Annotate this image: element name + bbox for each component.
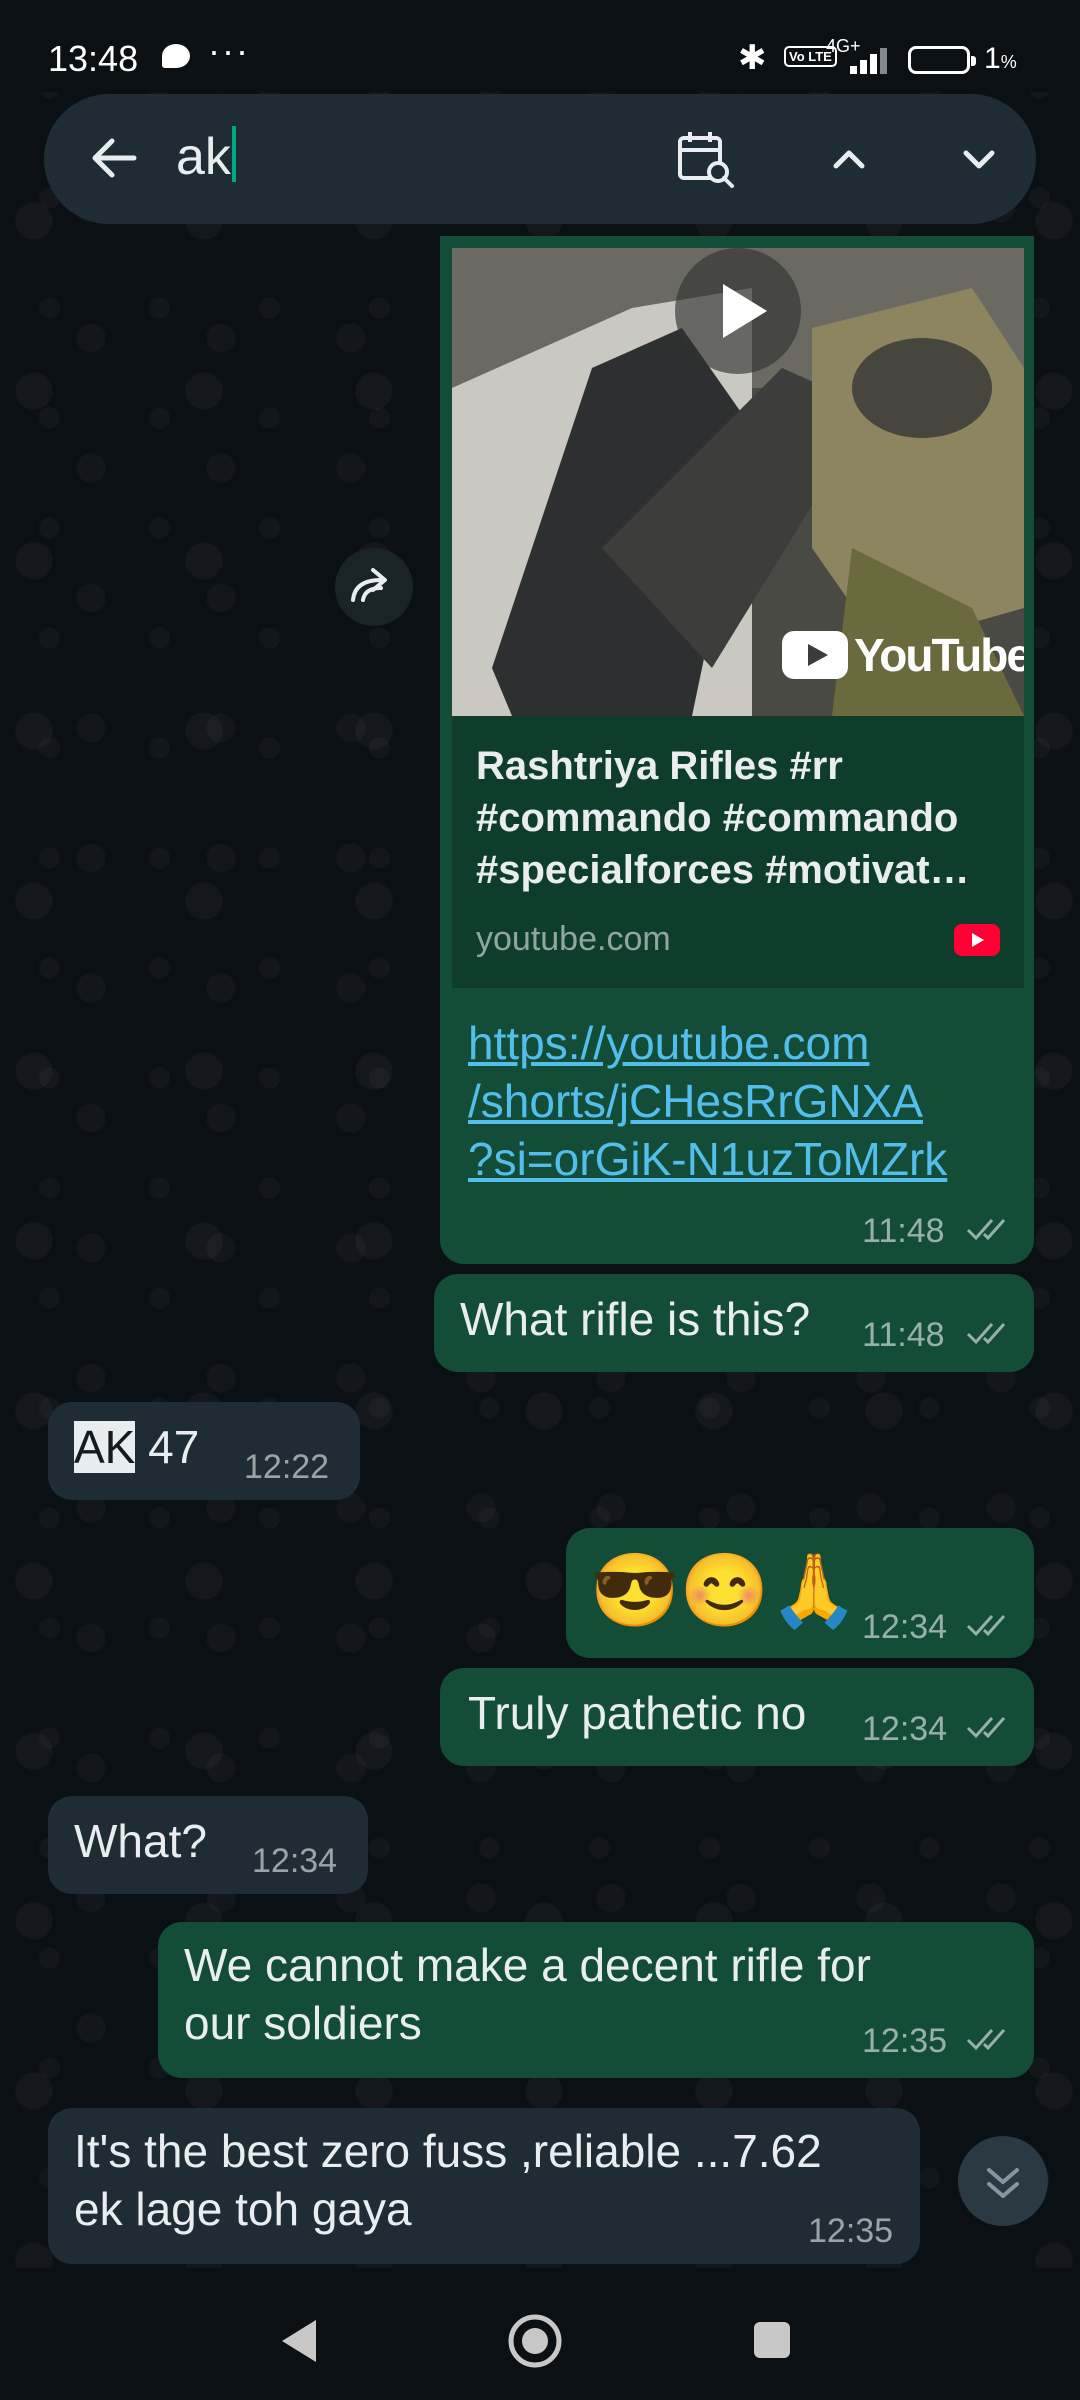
calendar-search-icon[interactable] — [674, 128, 738, 192]
nav-recents-icon[interactable] — [752, 2320, 792, 2360]
read-ticks-icon — [966, 2029, 1006, 2051]
signal-icon — [850, 44, 900, 74]
video-thumbnail[interactable]: YouTube — [452, 248, 1024, 716]
youtube-favicon-icon — [954, 924, 1000, 956]
nav-back-icon[interactable] — [276, 2316, 322, 2366]
read-ticks-icon — [966, 1219, 1006, 1241]
emoji-message: 😎😊🙏 — [590, 1551, 859, 1631]
nav-home-icon[interactable] — [506, 2312, 564, 2370]
double-chevron-down-icon — [987, 2168, 1019, 2198]
youtube-watermark: YouTube — [782, 628, 1024, 682]
status-time: 13:48 — [48, 38, 139, 79]
message-time: 11:48 — [862, 1316, 945, 1354]
chat-notification-icon — [162, 44, 190, 68]
message-text: It's the best zero fuss ,reliable ...7.6… — [74, 2125, 822, 2177]
search-bar: ak — [44, 94, 1036, 224]
text-cursor — [231, 126, 236, 182]
message-time: 11:48 — [862, 1212, 945, 1250]
read-ticks-icon — [966, 1615, 1006, 1637]
message-bubble-outgoing[interactable]: 😎😊🙏 12:34 — [566, 1528, 1034, 1658]
search-input[interactable]: ak — [176, 126, 236, 187]
read-ticks-icon — [966, 1717, 1006, 1739]
youtube-label: YouTube — [854, 629, 1024, 681]
message-bubble-incoming[interactable]: AK 47 12:22 — [48, 1402, 360, 1500]
message-bubble-outgoing[interactable]: Truly pathetic no 12:34 — [440, 1668, 1034, 1766]
message-link[interactable]: ?si=orGiK-N1uzToMZrk — [468, 1132, 947, 1186]
system-navigation-bar — [0, 2268, 1080, 2400]
message-text-rest: 47 — [135, 1421, 200, 1473]
message-time: 12:22 — [244, 1448, 330, 1486]
message-time: 12:34 — [862, 1608, 948, 1646]
message-text: AK 47 — [74, 1420, 199, 1474]
search-previous-icon[interactable] — [814, 124, 884, 194]
bluetooth-icon: ✱ — [738, 39, 767, 77]
forward-icon — [351, 568, 387, 602]
link-preview-card[interactable]: Rashtriya Rifles #rr #commando #commando… — [452, 716, 1024, 988]
scroll-to-bottom-button[interactable] — [958, 2136, 1048, 2226]
message-text: our soldiers — [184, 1997, 422, 2049]
message-link[interactable]: https://youtube.com — [468, 1016, 869, 1070]
preview-title-line: #specialforces #motivat… — [476, 848, 970, 892]
more-notifications-icon: ··· — [208, 30, 250, 71]
message-bubble-incoming[interactable]: What? 12:34 — [48, 1796, 368, 1894]
youtube-logo-icon — [782, 631, 848, 679]
preview-title-line: Rashtriya Rifles #rr — [476, 744, 843, 788]
message-link[interactable]: /shorts/jCHesRrGNXA — [468, 1074, 923, 1128]
message-time: 12:34 — [862, 1710, 948, 1748]
message-bubble-outgoing[interactable]: What rifle is this? 11:48 — [434, 1274, 1034, 1372]
preview-domain: youtube.com — [476, 920, 671, 958]
battery-percent: 1% — [984, 42, 1017, 75]
message-text: ek lage toh gaya — [74, 2183, 412, 2235]
preview-title-line: #commando #commando — [476, 796, 959, 840]
read-ticks-icon — [966, 1323, 1006, 1345]
message-text: Truly pathetic no — [468, 1687, 807, 1739]
status-bar: 13:48 ··· ✱ Vo LTE 4G+ 1% — [0, 0, 1080, 92]
message-time: 12:35 — [808, 2212, 894, 2250]
back-arrow-icon[interactable] — [84, 128, 144, 188]
message-text: What? — [74, 1815, 207, 1867]
play-button[interactable] — [675, 248, 801, 374]
play-icon — [723, 284, 767, 338]
message-text: We cannot make a decent rifle for — [184, 1939, 871, 1991]
message-time: 12:34 — [252, 1842, 338, 1880]
message-time: 12:35 — [862, 2022, 948, 2060]
search-highlight: AK — [74, 1421, 136, 1473]
battery-icon — [908, 46, 976, 74]
message-bubble-incoming[interactable]: It's the best zero fuss ,reliable ...7.6… — [48, 2108, 920, 2264]
forward-button[interactable] — [335, 548, 413, 626]
message-bubble-outgoing[interactable]: We cannot make a decent rifle for our so… — [158, 1922, 1034, 2078]
search-next-icon[interactable] — [944, 124, 1014, 194]
message-text: What rifle is this? — [460, 1293, 811, 1345]
